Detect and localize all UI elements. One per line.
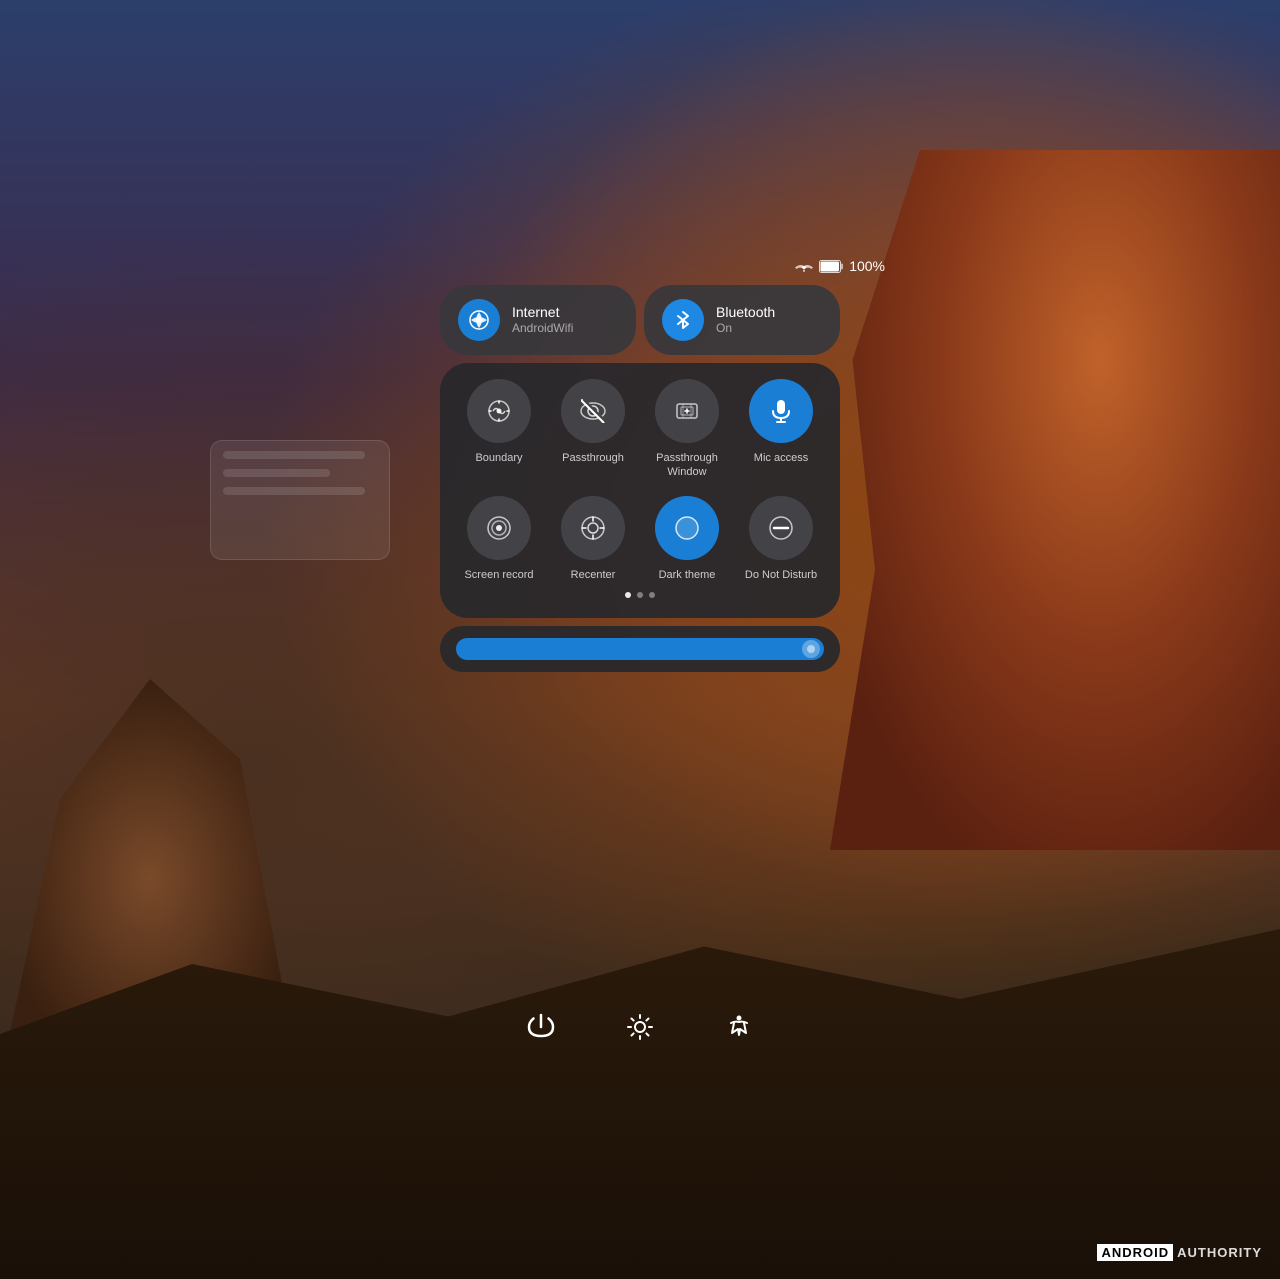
pagination-dot-3[interactable] [649,592,655,598]
grid-row-1: Boundary Passthrough [456,379,824,480]
wifi-icon [795,259,813,273]
recenter-tile[interactable]: Recenter [550,496,636,582]
brightness-knob [802,640,820,658]
passthrough-label: Passthrough [562,451,624,465]
grid-row-2: Screen record Recenter [456,496,824,582]
do-not-disturb-icon-circle [749,496,813,560]
top-tiles-row: Internet AndroidWifi Bluetooth On [440,285,840,355]
bluetooth-tile-subtitle: On [716,321,775,335]
passthrough-window-tile[interactable]: Passthrough Window [644,379,730,480]
quick-settings-panel: Internet AndroidWifi Bluetooth On [440,285,840,672]
boundary-icon-circle [467,379,531,443]
ground [0,929,1280,1279]
recenter-label: Recenter [571,568,616,582]
passthrough-window-label: Passthrough Window [656,451,718,480]
ghost-line [223,469,330,477]
dark-theme-label: Dark theme [659,568,716,582]
passthrough-window-icon-circle [655,379,719,443]
bluetooth-tile-text: Bluetooth On [716,304,775,335]
ghost-line [223,487,365,495]
dark-theme-tile[interactable]: Dark theme [644,496,730,582]
watermark-brand: ANDROID [1097,1244,1173,1261]
settings-button[interactable] [618,1005,662,1049]
grid-panel: Boundary Passthrough [440,363,840,618]
pagination-dots [456,592,824,598]
status-bar: 100% [795,258,885,274]
brightness-area[interactable] [440,626,840,672]
do-not-disturb-label: Do Not Disturb [745,568,817,582]
mic-access-tile[interactable]: Mic access [738,379,824,480]
rock-formation-right [830,150,1280,850]
screen-record-label: Screen record [464,568,533,582]
ghost-card [210,440,390,560]
screen-record-icon-circle [467,496,531,560]
internet-tile-title: Internet [512,304,573,321]
do-not-disturb-tile[interactable]: Do Not Disturb [738,496,824,582]
internet-tile-subtitle: AndroidWifi [512,321,573,335]
internet-tile[interactable]: Internet AndroidWifi [440,285,636,355]
bluetooth-tile[interactable]: Bluetooth On [644,285,840,355]
dark-theme-icon-circle [655,496,719,560]
brightness-slider[interactable] [456,638,824,660]
power-button[interactable] [519,1005,563,1049]
battery-percent: 100% [849,258,885,274]
pagination-dot-1[interactable] [625,592,631,598]
boundary-tile[interactable]: Boundary [456,379,542,480]
screen-record-tile[interactable]: Screen record [456,496,542,582]
bluetooth-icon-circle [662,299,704,341]
watermark: ANDROID AUTHORITY [1097,1244,1262,1261]
mic-access-icon-circle [749,379,813,443]
bottom-bar [519,1005,761,1049]
accessibility-button[interactable] [717,1005,761,1049]
internet-icon-circle [458,299,500,341]
recenter-icon-circle [561,496,625,560]
ghost-line [223,451,365,459]
mic-access-label: Mic access [754,451,808,465]
internet-tile-text: Internet AndroidWifi [512,304,573,335]
passthrough-icon-circle [561,379,625,443]
boundary-label: Boundary [475,451,522,465]
bluetooth-tile-title: Bluetooth [716,304,775,321]
battery-icon [819,260,843,273]
passthrough-tile[interactable]: Passthrough [550,379,636,480]
watermark-suffix: AUTHORITY [1177,1245,1262,1260]
pagination-dot-2[interactable] [637,592,643,598]
